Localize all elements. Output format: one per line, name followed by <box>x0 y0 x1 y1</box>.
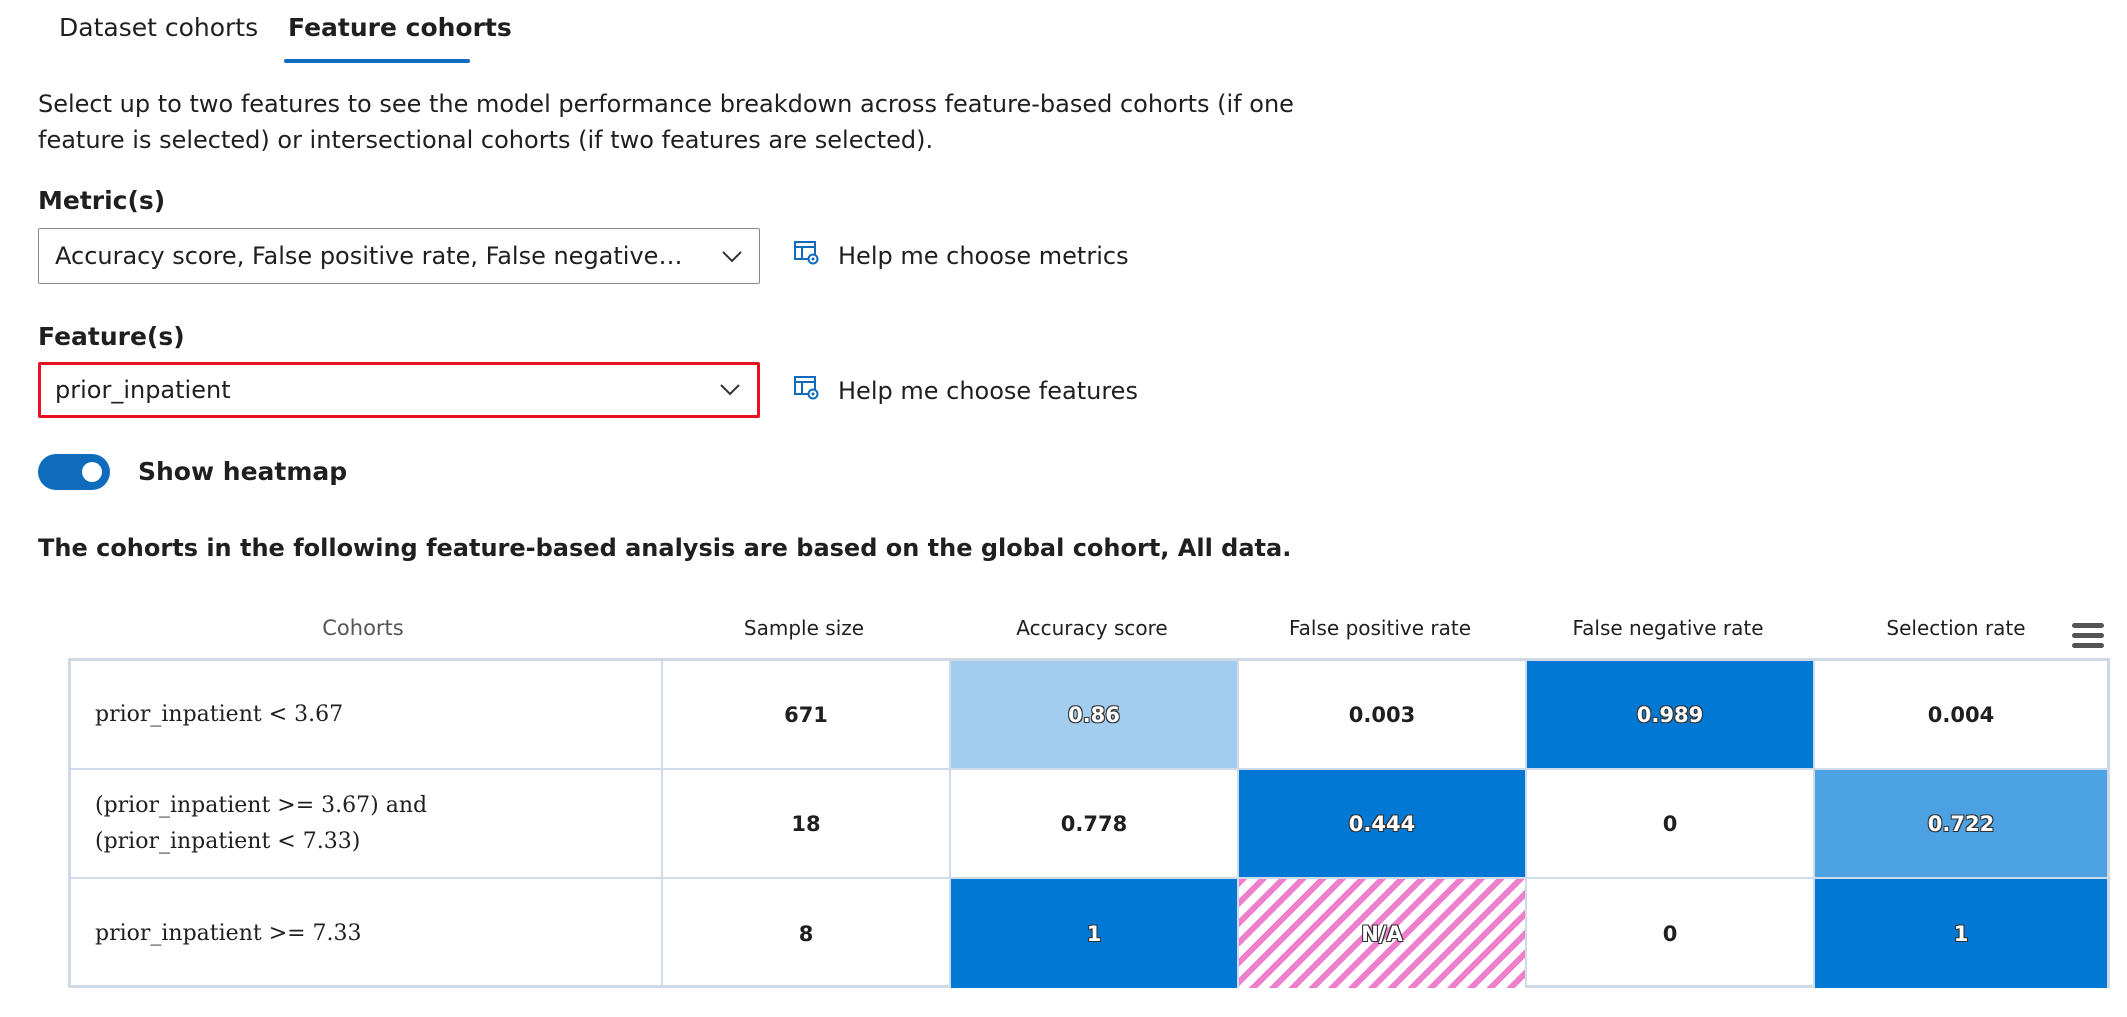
table-row-cohort-name: prior_inpatient < 3.67 <box>71 661 663 770</box>
chevron-down-icon <box>722 251 742 263</box>
show-heatmap-toggle[interactable] <box>38 454 110 490</box>
column-header-selection-rate: Selection rate <box>1886 616 2026 640</box>
features-dropdown-value: prior_inpatient <box>55 376 231 404</box>
table-row-cohort-name: (prior_inpatient >= 3.67) and (prior_inp… <box>71 770 663 879</box>
fpr-cell: 0.003 <box>1239 661 1527 770</box>
cell-value: 0.003 <box>1348 702 1416 727</box>
column-header-cohorts: Cohorts <box>322 616 404 640</box>
cell-value: 8 <box>798 921 814 946</box>
cell-value: 671 <box>784 702 828 727</box>
cell-value: 1 <box>1953 921 1969 946</box>
fnr-cell: 0 <box>1527 879 1815 988</box>
cell-value: 1 <box>1086 921 1102 946</box>
accuracy-cell: 1 <box>951 879 1239 988</box>
cell-value: 18 <box>791 811 821 836</box>
cell-value: 0.722 <box>1927 811 1995 836</box>
cell-value: N/A <box>1361 921 1403 946</box>
selection-rate-cell: 0.722 <box>1815 770 2107 879</box>
toggle-knob <box>82 462 102 482</box>
chevron-down-icon <box>720 384 740 396</box>
cell-value: 0.778 <box>1060 811 1128 836</box>
column-header-false-negative-rate: False negative rate <box>1572 616 1764 640</box>
tab-feature-cohorts[interactable]: Feature cohorts <box>288 10 512 54</box>
sample-size-cell: 18 <box>663 770 951 879</box>
accuracy-cell: 0.778 <box>951 770 1239 879</box>
column-header-sample-size: Sample size <box>743 616 865 640</box>
column-header-accuracy-score: Accuracy score <box>1016 616 1168 640</box>
cohort-name-text: (prior_inpatient >= 3.67) and (prior_inp… <box>95 788 427 860</box>
table-row-cohort-name: prior_inpatient >= 7.33 <box>71 879 663 988</box>
cohort-name-line: (prior_inpatient >= 3.67) and <box>95 792 428 818</box>
cell-value: 0 <box>1662 921 1678 946</box>
cell-value: 0.86 <box>1068 702 1120 727</box>
cell-value: 0.004 <box>1927 702 1995 727</box>
selection-rate-cell: 0.004 <box>1815 661 2107 770</box>
chart-menu-icon[interactable] <box>2072 623 2104 649</box>
features-dropdown[interactable]: prior_inpatient <box>38 362 760 418</box>
active-tab-indicator <box>284 59 470 63</box>
features-label: Feature(s) <box>38 322 185 351</box>
tab-bar: Dataset cohorts Feature cohorts <box>0 0 2127 64</box>
tab-dataset-cohorts[interactable]: Dataset cohorts <box>59 10 258 54</box>
fpr-cell: 0.444 <box>1239 770 1527 879</box>
metrics-dropdown[interactable]: Accuracy score, False positive rate, Fal… <box>38 228 760 284</box>
help-choose-metrics-label: Help me choose metrics <box>838 242 1129 270</box>
accuracy-cell: 0.86 <box>951 661 1239 770</box>
cell-value: 0 <box>1662 811 1678 836</box>
fpr-cell-na: N/A <box>1239 879 1527 988</box>
table-settings-icon <box>794 376 819 400</box>
cell-value: 0.444 <box>1348 811 1416 836</box>
table-settings-icon <box>794 241 819 265</box>
sample-size-cell: 8 <box>663 879 951 988</box>
show-heatmap-label: Show heatmap <box>138 457 348 486</box>
metrics-label: Metric(s) <box>38 186 166 215</box>
fnr-cell: 0.989 <box>1527 661 1815 770</box>
global-cohort-note: The cohorts in the following feature-bas… <box>38 534 1292 562</box>
metrics-dropdown-value: Accuracy score, False positive rate, Fal… <box>55 242 689 270</box>
fnr-cell: 0 <box>1527 770 1815 879</box>
help-choose-features-label: Help me choose features <box>838 377 1138 405</box>
cohort-name-text: prior_inpatient < 3.67 <box>95 701 344 727</box>
cell-value: 0.989 <box>1636 702 1704 727</box>
cohort-name-line: (prior_inpatient < 7.33) <box>95 828 361 854</box>
selection-rate-cell: 1 <box>1815 879 2107 988</box>
sample-size-cell: 671 <box>663 661 951 770</box>
description-text: Select up to two features to see the mod… <box>38 90 1294 154</box>
column-header-false-positive-rate: False positive rate <box>1289 616 1471 640</box>
heatmap-table: prior_inpatient < 3.67 671 0.86 0.003 0.… <box>68 658 2110 988</box>
cohort-name-text: prior_inpatient >= 7.33 <box>95 920 362 946</box>
